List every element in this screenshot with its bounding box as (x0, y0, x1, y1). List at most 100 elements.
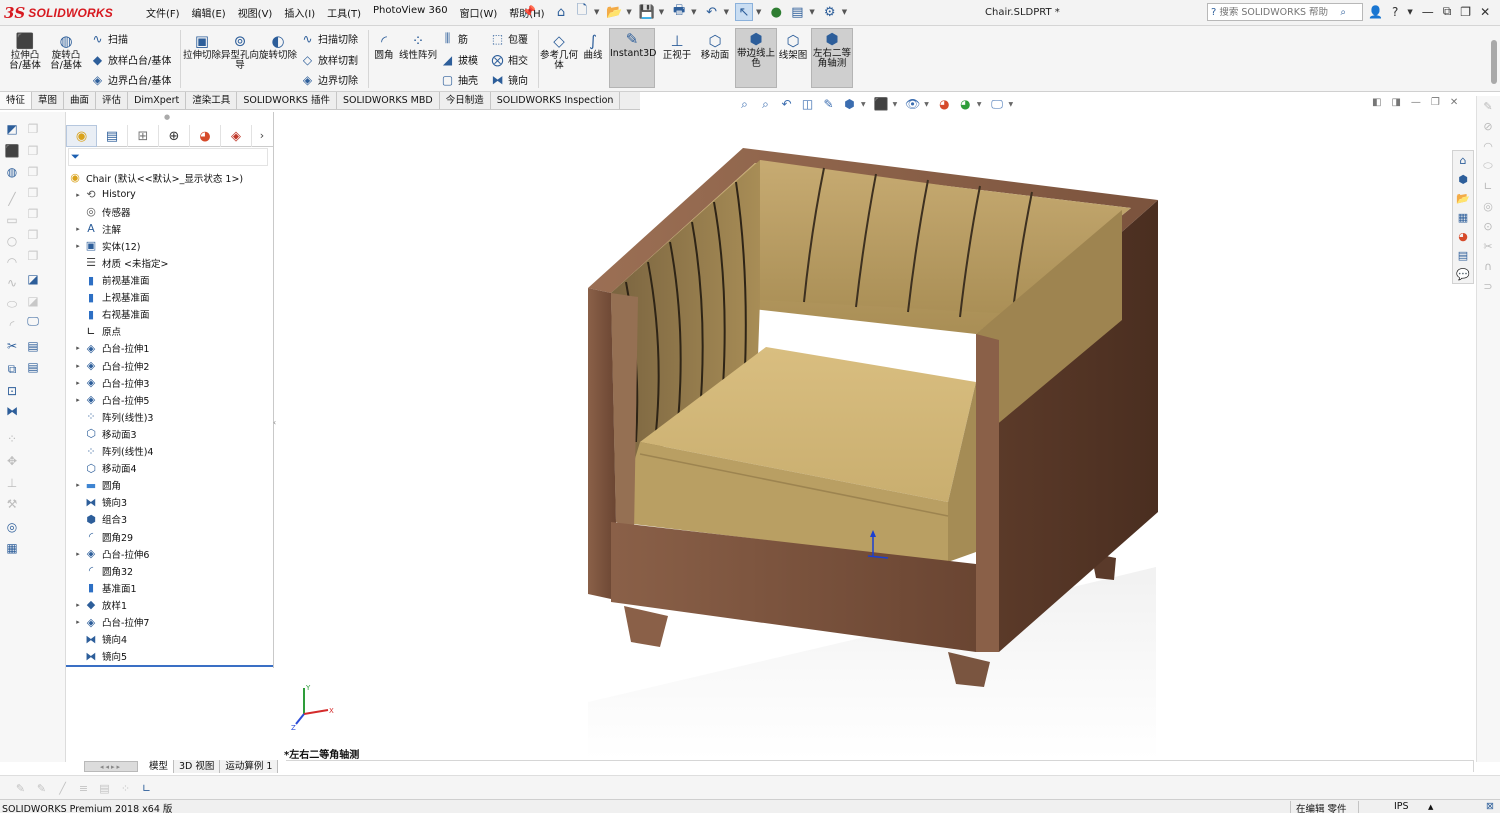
tree-filter[interactable]: ⏷ (68, 148, 268, 166)
viewport-restore-icon[interactable]: ❐ (1431, 97, 1440, 108)
expand-arrow-icon[interactable]: ▸ (72, 396, 84, 404)
pin-menu-icon[interactable]: 📌 (522, 5, 536, 18)
sketch-fillet-icon[interactable]: ◜ (3, 316, 21, 334)
viewport-link-icon[interactable]: ◨ (1391, 97, 1400, 108)
tree-item[interactable]: ▮ 右视基准面 (72, 306, 150, 323)
normal-to-button[interactable]: ⊥ 正视于 (657, 31, 697, 61)
display-style-icon[interactable]: ⬛ (872, 96, 891, 112)
tree-root[interactable]: ◉ Chair (默认<<默认>_显示状态 1>) (68, 169, 243, 186)
mirror-button[interactable]: ⧓ 镜向 (490, 72, 529, 88)
trim-icon[interactable]: ✂ (3, 337, 21, 355)
pattern-shortcut-icon[interactable]: ⁘ (3, 430, 21, 448)
loft-button[interactable]: ◆ 放样凸台/基体 (90, 52, 172, 68)
tab-evaluate[interactable]: 评估 (96, 92, 129, 109)
right-tool-4-icon[interactable]: ⬭ (1477, 156, 1499, 176)
print-icon[interactable]: 🖶 (670, 3, 688, 21)
menu-photoview[interactable]: PhotoView 360 (367, 5, 454, 20)
quick-snaps-icon[interactable]: ◎ (3, 518, 21, 536)
tab-inspection[interactable]: SOLIDWORKS Inspection (491, 92, 621, 109)
expand-arrow-icon[interactable]: ▸ (72, 601, 84, 609)
viewport-split-icon[interactable]: ◧ (1372, 97, 1381, 108)
mass-properties-icon[interactable]: ❐ (24, 247, 42, 265)
options-dropdown-caret[interactable]: ▼ (842, 8, 847, 16)
swept-cut-button[interactable]: ∿ 扫描切除 (300, 31, 358, 47)
layer-icon[interactable]: ❐ (24, 184, 42, 202)
help-search-input[interactable] (1219, 6, 1338, 18)
expand-arrow-icon[interactable]: ▸ (72, 618, 84, 626)
expand-arrow-icon[interactable]: ▸ (72, 550, 84, 558)
custom-properties-icon[interactable]: ▤ (1453, 246, 1473, 265)
tree-item[interactable]: ▸ ◈ 凸台-拉伸2 (72, 357, 149, 374)
relations-icon[interactable]: ⊥ (3, 474, 21, 492)
new-document-icon[interactable]: 🗋 (573, 3, 591, 21)
unit-system[interactable]: IPS (1394, 801, 1409, 812)
home-icon[interactable]: ⌂ (552, 3, 570, 21)
tab-surfaces[interactable]: 曲面 (64, 92, 97, 109)
bottom-tool-5-icon[interactable]: ▤ (96, 780, 113, 796)
new-dropdown-caret[interactable]: ▼ (594, 8, 599, 16)
tree-item[interactable]: ◜ 圆角32 (72, 562, 133, 579)
draft-button[interactable]: ◢ 拔模 (440, 52, 478, 68)
paste-icon[interactable]: ❐ (24, 142, 42, 160)
sweep-button[interactable]: ∿ 扫描 (90, 31, 128, 47)
expand-arrow-icon[interactable]: ▸ (72, 362, 84, 370)
options-gear-icon[interactable]: ⚙ (821, 3, 839, 21)
tree-item[interactable]: ⧓ 镜向5 (72, 648, 128, 665)
chair-model[interactable] (276, 112, 1474, 760)
open-dropdown-caret[interactable]: ▼ (626, 8, 631, 16)
convert-entities-icon[interactable]: ⧉ (3, 360, 21, 378)
right-tool-3-icon[interactable]: ◠ (1477, 136, 1499, 156)
bottom-tool-3-icon[interactable]: ╱ (54, 780, 71, 796)
right-tool-8-icon[interactable]: ✂ (1477, 236, 1499, 256)
zoom-to-fit-icon[interactable]: ⌕ (735, 96, 754, 112)
dynamic-annotation-icon[interactable]: ✎ (819, 96, 838, 112)
menu-window[interactable]: 窗口(W) (454, 5, 504, 20)
repair-sketch-icon[interactable]: ⚒ (3, 495, 21, 513)
panel-grip-icon[interactable]: ● (164, 113, 170, 121)
tree-item[interactable]: ▸ ◈ 凸台-拉伸7 (72, 614, 149, 631)
bottom-tool-1-icon[interactable]: ✎ (12, 780, 29, 796)
right-tool-1-icon[interactable]: ✎ (1477, 96, 1499, 116)
tree-item[interactable]: ⧓ 镜向3 (72, 494, 128, 511)
tree-item[interactable]: ⬡ 移动面3 (72, 425, 136, 442)
select-cursor-icon[interactable]: ↖ (734, 3, 753, 21)
file-explorer-icon[interactable]: 📂 (1453, 189, 1473, 208)
expand-arrow-icon[interactable]: ▸ (72, 225, 84, 233)
menu-file[interactable]: 文件(F) (140, 5, 186, 20)
tree-item[interactable]: ▸ ◈ 凸台-拉伸3 (72, 374, 149, 391)
tab-motion-study[interactable]: 运动算例 1 (220, 760, 279, 773)
expand-arrow-icon[interactable]: ▸ (72, 191, 84, 199)
wireframe-button[interactable]: ⬡ 线架图 (773, 31, 813, 61)
design-library-icon[interactable]: ⬢ (1453, 170, 1473, 189)
offset-icon[interactable]: ⊡ (3, 382, 21, 400)
dimxpert-manager-tab-icon[interactable]: ⊕ (159, 125, 190, 147)
isometric-view-button[interactable]: ⬢ 左右二等角轴测 (811, 28, 853, 88)
apply-scene-icon[interactable]: ◕ (956, 96, 975, 112)
command-manager-scrollbar[interactable] (1491, 40, 1497, 84)
view-orientation-caret[interactable]: ▼ (861, 101, 866, 108)
tree-item[interactable]: ⬢ 组合3 (72, 511, 127, 528)
tree-item[interactable]: ▸ A 注解 (72, 220, 121, 237)
help-question-icon[interactable]: ? (1392, 5, 1398, 19)
display-pane-icon[interactable]: ◪ (24, 270, 42, 288)
forum-icon[interactable]: 💬 (1453, 265, 1473, 284)
hide-show-caret[interactable]: ▼ (924, 101, 929, 108)
save-icon[interactable]: 💾 (638, 3, 656, 21)
right-tool-7-icon[interactable]: ⊙ (1477, 216, 1499, 236)
edit-appearance-icon[interactable]: ◕ (935, 96, 954, 112)
boundary-cut-button[interactable]: ◈ 边界切除 (300, 72, 358, 88)
tree-item[interactable]: ▮ 前视基准面 (72, 272, 150, 289)
tree-item[interactable]: ▸ ◈ 凸台-拉伸1 (72, 340, 149, 357)
close-icon[interactable]: ✕ (1480, 5, 1490, 19)
rebuild-icon[interactable]: ❐ (24, 163, 42, 181)
extrude-boss-button[interactable]: ⬛ 拉伸凸台/基体 (5, 31, 45, 71)
sketch-rect-icon[interactable]: ▭ (3, 211, 21, 229)
graphics-area[interactable]: Y X Z (276, 112, 1474, 760)
move-entities-icon[interactable]: ✥ (3, 452, 21, 470)
lofted-cut-button[interactable]: ◇ 放样切割 (300, 52, 358, 68)
tree-item[interactable]: ⁘ 阵列(线性)4 (72, 443, 153, 460)
status-settings-icon[interactable]: ⊠ (1486, 801, 1494, 812)
intersect-button[interactable]: ⨂ 相交 (490, 52, 529, 68)
bottom-tool-2-icon[interactable]: ✎ (33, 780, 50, 796)
traffic-light-icon[interactable]: ● (767, 3, 785, 21)
